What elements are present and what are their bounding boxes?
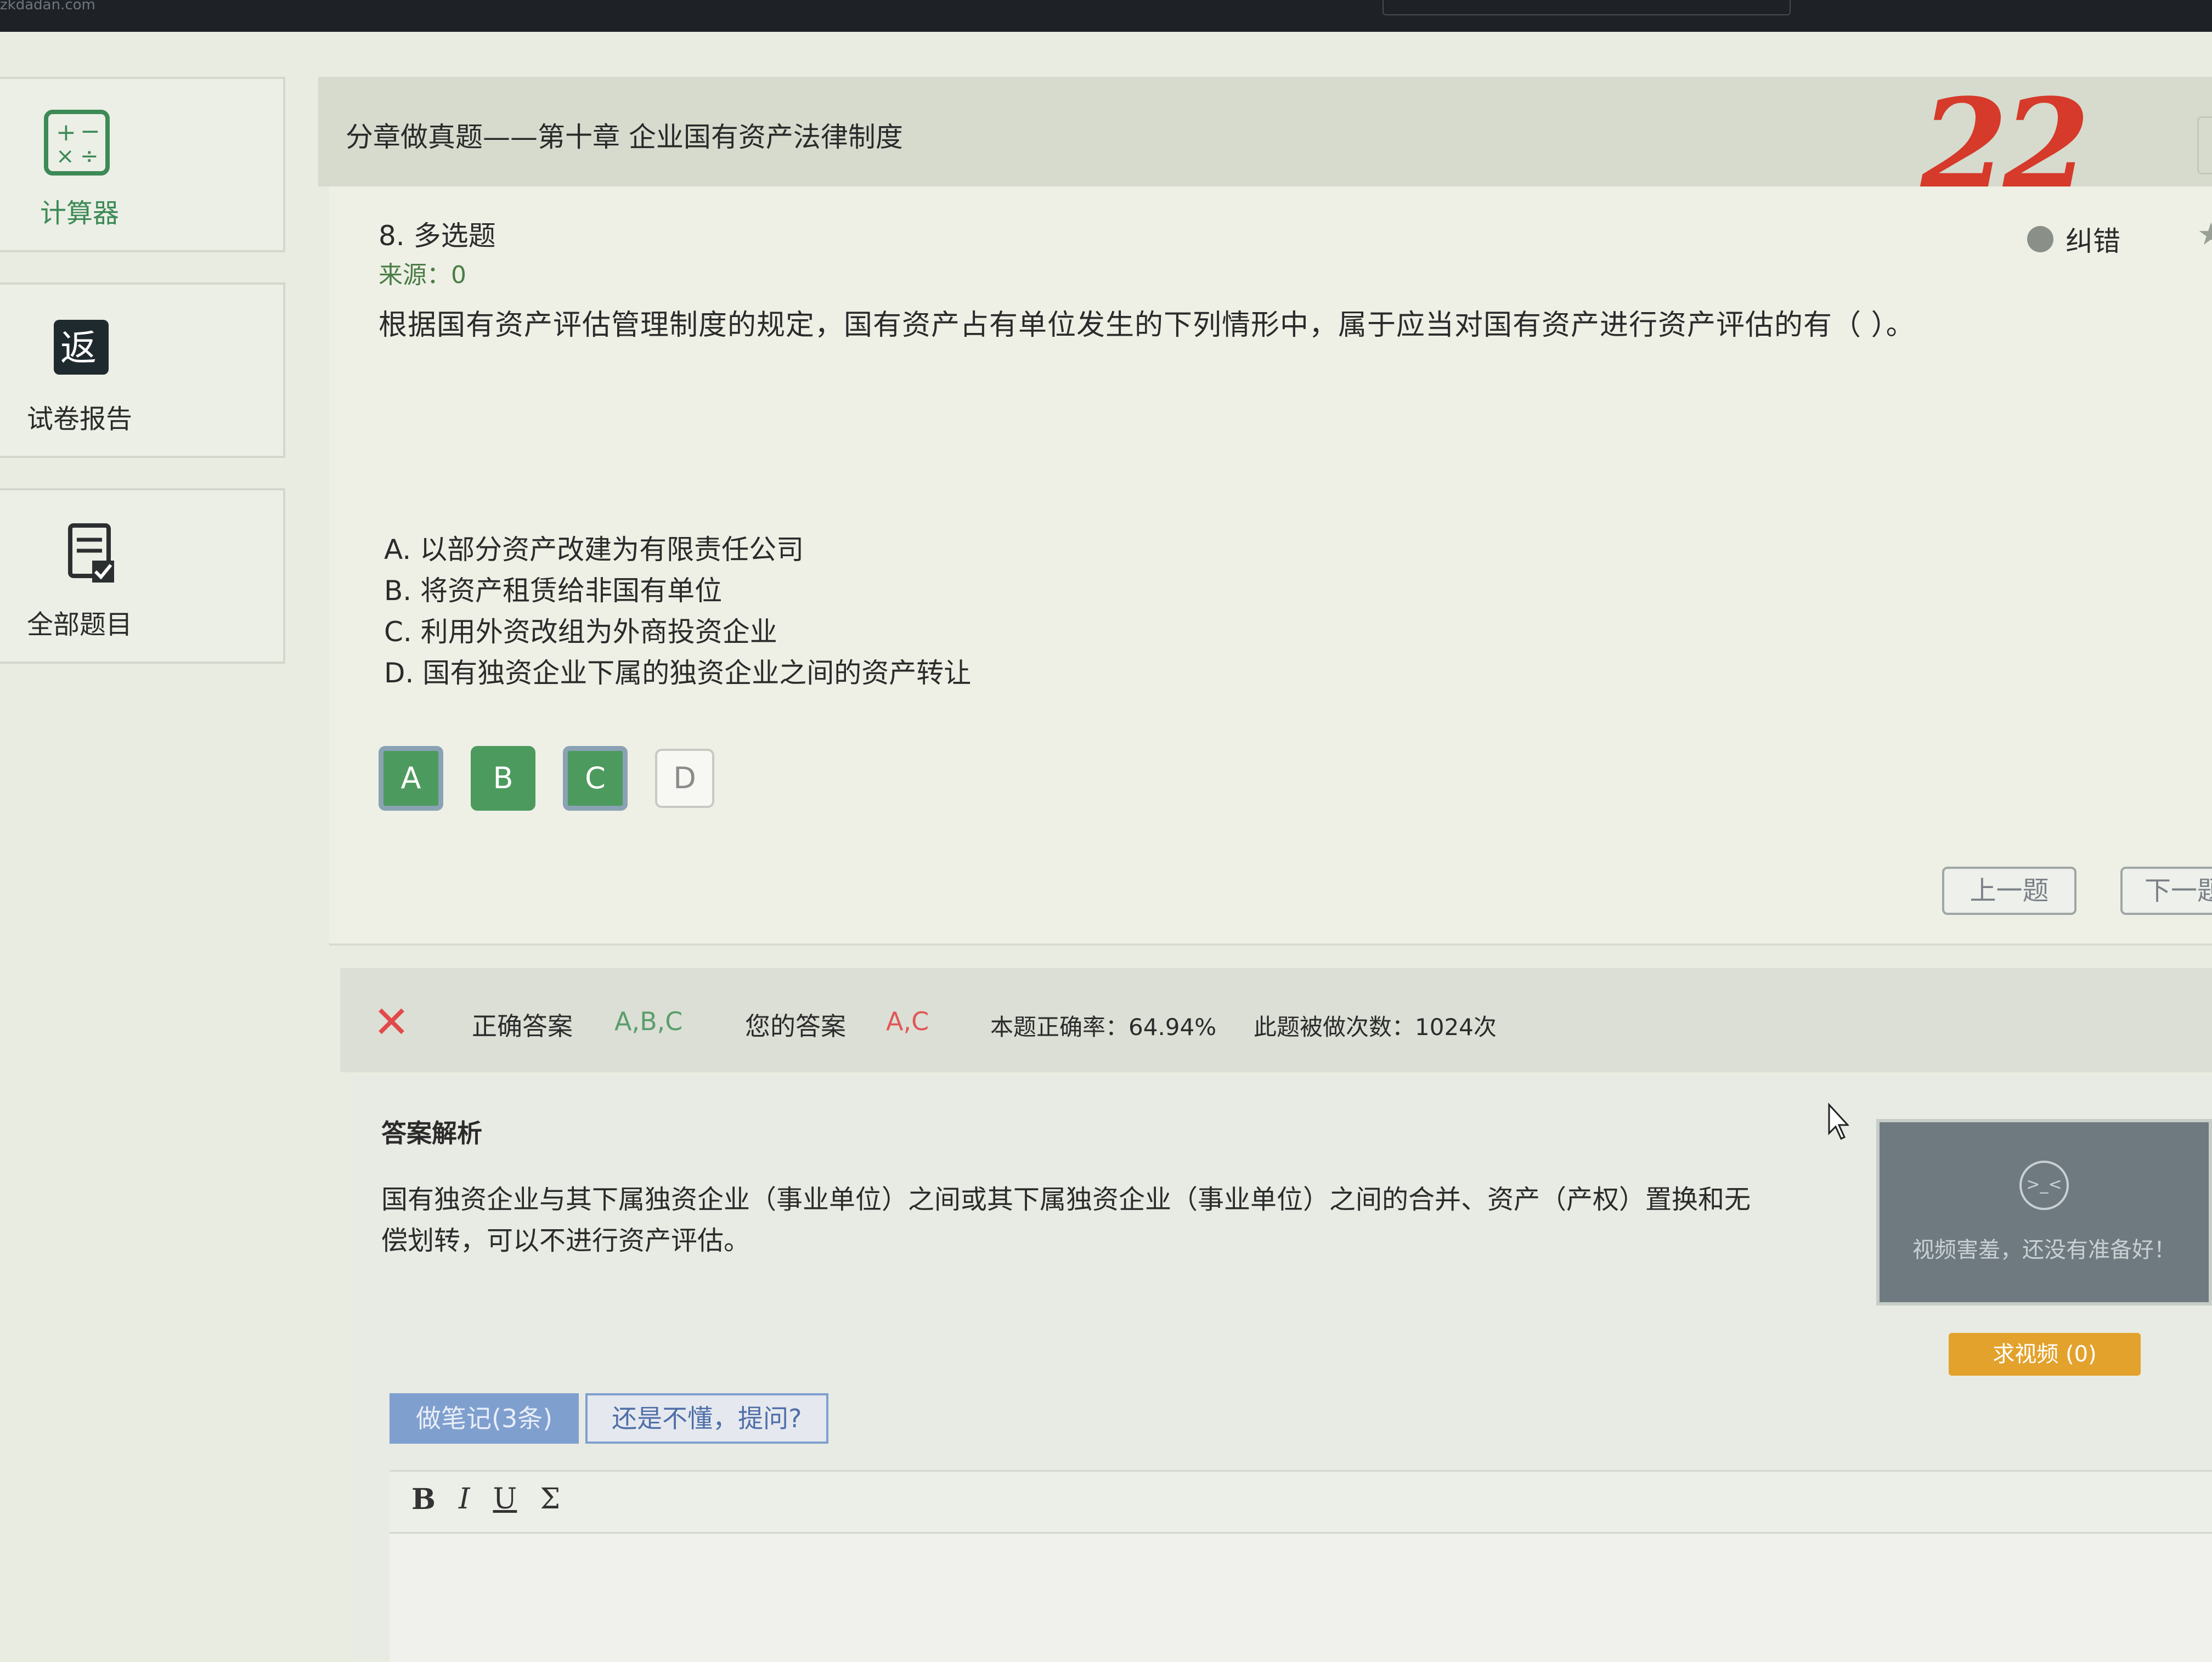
editor-toolbar: B I U Σ — [411, 1483, 583, 1516]
next-question-button[interactable]: 下一题 — [2120, 867, 2212, 915]
report-error-label: 纠错 — [2066, 225, 2120, 257]
sidebar-item-label: 全部题目 — [26, 609, 132, 640]
svg-text:×: × — [56, 144, 75, 169]
report-error-button[interactable]: 纠错 — [2027, 219, 2120, 259]
calculator-icon: + − × ÷ — [44, 110, 110, 176]
chapter-header: 分章做真题——第十章 企业国有资产法律制度 22 — [318, 71, 2212, 219]
correct-answer-label: 正确答案 — [472, 1011, 573, 1041]
svg-text:+: + — [56, 118, 76, 146]
tab-notes[interactable]: 做笔记(3条) — [390, 1393, 579, 1444]
option-d: D. 国有独资企业下属的独资企业之间的资产转让 — [384, 657, 972, 689]
checklist-icon — [68, 523, 114, 583]
choice-b[interactable]: B — [471, 746, 535, 811]
italic-button[interactable]: I — [459, 1483, 470, 1516]
answer-result-bar: ✕ 正确答案 A,B,C 您的答案 A,C 本题正确率：64.94% 此题被做次… — [340, 968, 2212, 1072]
svg-text:÷: ÷ — [80, 144, 99, 169]
sidebar-item-all-questions[interactable]: 全部题目 — [0, 488, 285, 664]
answer-choices: A B C D — [379, 746, 742, 811]
prev-question-button[interactable]: 上一题 — [1942, 867, 2076, 915]
choice-c[interactable]: C — [563, 746, 628, 811]
site-domain: zkdadan.com — [0, 0, 95, 13]
browser-top-bar: zkdadan.com — [0, 0, 2212, 32]
explanation-body: 国有独资企业与其下属独资企业（事业单位）之间或其下属独资企业（事业单位）之间的合… — [381, 1184, 1751, 1256]
wrong-icon: ✕ — [373, 997, 410, 1048]
note-editor: B I U Σ — [390, 1470, 2212, 1662]
question-stem: 根据国有资产评估管理制度的规定，国有资产占有单位发生的下列情形中，属于应当对国有… — [379, 309, 1915, 342]
attempt-count: 此题被做次数：1024次 — [1254, 1014, 1497, 1041]
correct-answer-value: A,B,C — [614, 1007, 683, 1036]
sidebar-item-calculator[interactable]: + − × ÷ 计算器 — [0, 77, 285, 252]
sidebar-item-report[interactable]: 返 试卷报告 — [0, 282, 285, 458]
svg-text:返: 返 — [60, 327, 97, 369]
svg-text:−: − — [80, 117, 100, 145]
video-placeholder: >_< 视频害羞，还没有准备好！ — [1876, 1119, 2212, 1305]
notes-tabs: 做笔记(3条) 还是不懂，提问? — [390, 1393, 828, 1444]
option-c: C. 利用外资改组为外商投资企业 — [384, 616, 777, 648]
option-a: A. 以部分资产改建为有限责任公司 — [384, 534, 804, 566]
question-panel: 8. 多选题 来源：0 纠错 ★ 根据国有资产评估管理制度的规定，国有资产占有单… — [329, 186, 2212, 946]
option-list: A. 以部分资产改建为有限责任公司 B. 将资产租赁给非国有单位 C. 利用外资… — [384, 529, 971, 694]
bold-button[interactable]: B — [411, 1483, 436, 1516]
your-answer-label: 您的答案 — [745, 1011, 846, 1041]
report-error-icon — [2027, 226, 2053, 252]
page-title: 分章做真题——第十章 企业国有资产法律制度 — [346, 121, 903, 153]
sidebar-item-label: 计算器 — [40, 198, 119, 229]
option-b: B. 将资产租赁给非国有单位 — [384, 575, 723, 607]
request-video-button[interactable]: 求视频 (0) — [1949, 1333, 2141, 1376]
your-answer-value: A,C — [886, 1007, 929, 1036]
favorite-star-icon[interactable]: ★ — [2197, 217, 2212, 252]
tab-ask-question[interactable]: 还是不懂，提问? — [585, 1393, 828, 1444]
shy-face-icon: >_< — [2019, 1161, 2069, 1210]
address-box[interactable] — [1383, 0, 1791, 15]
video-status-text: 视频害羞，还没有准备好！ — [1912, 1237, 2176, 1263]
accuracy-rate: 本题正确率：64.94% — [990, 1014, 1217, 1041]
header-corner-button[interactable] — [2197, 116, 2212, 174]
underline-button[interactable]: U — [493, 1483, 517, 1516]
question-type: 8. 多选题 — [379, 220, 496, 252]
note-text-area[interactable] — [390, 1532, 2212, 1662]
question-source: 来源：0 — [379, 261, 466, 289]
sidebar-item-label: 试卷报告 — [26, 404, 132, 434]
choice-a[interactable]: A — [379, 746, 443, 811]
mouse-pointer-icon — [1828, 1103, 1849, 1140]
explanation-heading: 答案解析 — [381, 1118, 482, 1148]
formula-button[interactable]: Σ — [540, 1483, 560, 1516]
explanation-section: 答案解析 国有独资企业与其下属独资企业（事业单位）之间或其下属独资企业（事业单位… — [351, 1075, 2212, 1662]
return-icon: 返 — [54, 320, 109, 375]
choice-d[interactable]: D — [655, 749, 714, 808]
